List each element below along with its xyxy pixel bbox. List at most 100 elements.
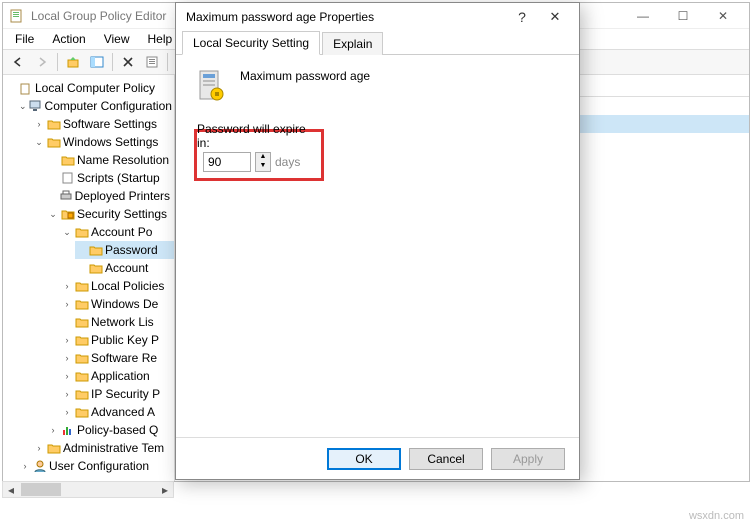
expander-icon[interactable]: ⌄ bbox=[33, 136, 45, 148]
tree-public-key[interactable]: ›Public Key P bbox=[61, 331, 174, 349]
dialog-title: Maximum password age Properties bbox=[182, 10, 507, 24]
folder-icon bbox=[47, 136, 61, 148]
expander-icon[interactable]: › bbox=[61, 388, 73, 400]
unit-label: days bbox=[275, 155, 300, 169]
dialog-tabstrip: Local Security Setting Explain bbox=[176, 31, 579, 55]
expander-icon[interactable]: › bbox=[33, 118, 45, 130]
tree-user-config[interactable]: ›User Configuration bbox=[19, 457, 174, 475]
tree-software-settings[interactable]: ›Software Settings bbox=[33, 115, 174, 133]
user-icon bbox=[33, 460, 47, 472]
toolbar-separator bbox=[57, 53, 58, 71]
expander-icon[interactable]: › bbox=[61, 406, 73, 418]
maximize-button[interactable]: ☐ bbox=[663, 4, 703, 28]
spin-down-button[interactable]: ▼ bbox=[256, 162, 270, 171]
dialog-button-row: OK Cancel Apply bbox=[176, 437, 579, 479]
expander-icon[interactable]: › bbox=[47, 424, 59, 436]
folder-icon bbox=[75, 334, 89, 346]
back-button[interactable] bbox=[7, 51, 29, 73]
scroll-thumb[interactable] bbox=[21, 483, 61, 496]
expander-icon[interactable]: › bbox=[61, 280, 73, 292]
dialog-close-button[interactable]: ✕ bbox=[537, 9, 573, 25]
tree-account-lockout[interactable]: Account bbox=[75, 259, 174, 277]
show-hide-button[interactable] bbox=[86, 51, 108, 73]
tree-windows-settings[interactable]: ⌄Windows Settings bbox=[33, 133, 174, 151]
menu-view[interactable]: View bbox=[96, 30, 138, 48]
up-button[interactable] bbox=[62, 51, 84, 73]
toolbar-separator bbox=[167, 53, 168, 71]
horizontal-scrollbar[interactable]: ◂ ▸ bbox=[2, 481, 174, 498]
lock-folder-icon bbox=[61, 208, 75, 220]
tree-application-control[interactable]: ›Application bbox=[61, 367, 174, 385]
tree-deployed-printers[interactable]: Deployed Printers bbox=[47, 187, 174, 205]
expander-icon[interactable]: › bbox=[61, 370, 73, 382]
lock-folder-icon bbox=[89, 262, 103, 274]
cancel-button[interactable]: Cancel bbox=[409, 448, 483, 470]
folder-icon bbox=[75, 406, 89, 418]
folder-icon bbox=[47, 442, 61, 454]
menu-file[interactable]: File bbox=[7, 30, 42, 48]
folder-icon bbox=[75, 316, 89, 328]
delete-button[interactable] bbox=[117, 51, 139, 73]
password-age-input[interactable] bbox=[203, 152, 251, 172]
spinner-buttons: ▲ ▼ bbox=[255, 152, 271, 172]
folder-icon bbox=[75, 370, 89, 382]
tree-admin-templates[interactable]: ›Administrative Tem bbox=[33, 439, 174, 457]
ok-button[interactable]: OK bbox=[327, 448, 401, 470]
expander-icon[interactable]: › bbox=[61, 334, 73, 346]
folder-icon bbox=[75, 388, 89, 400]
watermark: wsxdn.com bbox=[689, 510, 744, 522]
tree-policy-qos[interactable]: ›Policy-based Q bbox=[47, 421, 174, 439]
tree-network-list[interactable]: Network Lis bbox=[61, 313, 174, 331]
window-controls: — ☐ ✕ bbox=[623, 4, 743, 28]
lock-folder-icon bbox=[75, 226, 89, 238]
chart-icon bbox=[61, 424, 75, 436]
scroll-right-icon[interactable]: ▸ bbox=[157, 482, 173, 497]
tree-password-policy[interactable]: Password bbox=[75, 241, 174, 259]
expander-icon[interactable]: › bbox=[19, 460, 31, 472]
lock-folder-icon bbox=[75, 280, 89, 292]
printer-icon bbox=[59, 190, 73, 202]
folder-icon bbox=[47, 118, 61, 130]
close-window-button[interactable]: ✕ bbox=[703, 4, 743, 28]
tree-root[interactable]: Local Computer Policy bbox=[5, 79, 174, 97]
scroll-left-icon[interactable]: ◂ bbox=[3, 482, 19, 497]
apply-button[interactable]: Apply bbox=[491, 448, 565, 470]
dialog-help-button[interactable]: ? bbox=[507, 9, 537, 25]
forward-button[interactable] bbox=[31, 51, 53, 73]
toolbar-separator bbox=[112, 53, 113, 71]
app-icon bbox=[9, 8, 25, 24]
policy-icon bbox=[19, 82, 33, 94]
tree-computer-config[interactable]: ⌄ Computer Configuration bbox=[19, 97, 174, 115]
expander-icon[interactable]: › bbox=[33, 442, 45, 454]
password-expire-field-highlight: Password will expire in: ▲ ▼ days bbox=[194, 129, 324, 181]
expander-icon[interactable]: ⌄ bbox=[19, 100, 27, 112]
tree-account-policies[interactable]: ⌄Account Po bbox=[61, 223, 174, 241]
tree-pane[interactable]: Local Computer Policy ⌄ Computer Configu… bbox=[3, 75, 175, 481]
folder-icon bbox=[61, 154, 75, 166]
tree-advanced-audit[interactable]: ›Advanced A bbox=[61, 403, 174, 421]
expander-icon[interactable]: ⌄ bbox=[47, 208, 59, 220]
tree-windows-defender[interactable]: ›Windows De bbox=[61, 295, 174, 313]
properties-button[interactable] bbox=[141, 51, 163, 73]
spin-up-button[interactable]: ▲ bbox=[256, 153, 270, 162]
minimize-button[interactable]: — bbox=[623, 4, 663, 28]
tab-local-security-setting[interactable]: Local Security Setting bbox=[182, 31, 320, 55]
folder-icon bbox=[75, 298, 89, 310]
lock-folder-icon bbox=[89, 244, 103, 256]
tree-ip-security[interactable]: ›IP Security P bbox=[61, 385, 174, 403]
policy-large-icon bbox=[194, 67, 226, 103]
field-label: Password will expire in: bbox=[197, 122, 309, 150]
tree-software-restriction[interactable]: ›Software Re bbox=[61, 349, 174, 367]
menu-action[interactable]: Action bbox=[44, 30, 93, 48]
tree-security-settings[interactable]: ⌄Security Settings bbox=[47, 205, 174, 223]
dialog-titlebar: Maximum password age Properties ? ✕ bbox=[176, 3, 579, 31]
dialog-body: Maximum password age Password will expir… bbox=[176, 55, 579, 437]
expander-icon[interactable]: ⌄ bbox=[61, 226, 73, 238]
expander-icon[interactable]: › bbox=[61, 298, 73, 310]
tab-explain[interactable]: Explain bbox=[322, 32, 383, 55]
tree-local-policies[interactable]: ›Local Policies bbox=[61, 277, 174, 295]
tree-name-resolution[interactable]: Name Resolution bbox=[47, 151, 174, 169]
tree-scripts[interactable]: Scripts (Startup bbox=[47, 169, 174, 187]
expander-icon[interactable]: › bbox=[61, 352, 73, 364]
folder-icon bbox=[75, 352, 89, 364]
